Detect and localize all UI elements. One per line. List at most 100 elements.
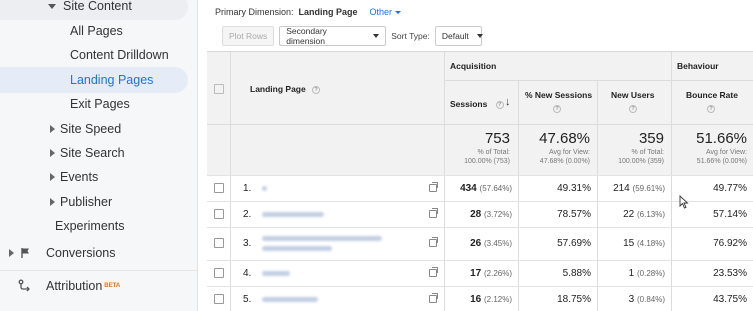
new-users-cell: 3 (0.84%)	[597, 294, 665, 305]
open-in-new-icon[interactable]	[429, 237, 438, 247]
select-all-checkbox[interactable]	[214, 84, 224, 94]
sessions-percent: (3.45%)	[483, 239, 512, 248]
table-toolbar: Plot Rows Secondary dimension Sort Type:…	[222, 25, 483, 47]
sort-descending-icon[interactable]: ↓	[505, 96, 511, 108]
sessions-value: 434	[460, 183, 477, 194]
row-checkbox[interactable]	[214, 209, 224, 219]
new-users-value: 3	[628, 294, 635, 305]
bounce-rate-column-header[interactable]: Bounce Rate	[686, 90, 738, 100]
sidebar-item-site-content[interactable]: Site Content	[0, 0, 132, 18]
primary-dimension-label: Primary Dimension:	[215, 7, 294, 17]
sort-type-label: Sort Type:	[391, 31, 430, 41]
sidebar-item-attribution[interactable]: Attribution BETA	[0, 274, 120, 298]
help-icon[interactable]: ?	[312, 85, 321, 94]
sidebar-item-content-drilldown[interactable]: Content Drilldown	[0, 43, 169, 67]
landing-page-link[interactable]	[262, 212, 324, 217]
report-panel: Primary Dimension: Landing Page Other Pl…	[207, 0, 753, 311]
help-icon[interactable]: ?	[707, 105, 715, 113]
sidebar-item-site-speed[interactable]: Site Speed	[0, 117, 121, 141]
other-dimension-link[interactable]: Other	[370, 7, 402, 17]
new-sessions-cell: 49.31%	[557, 183, 591, 194]
chevron-down-icon	[395, 11, 402, 15]
chevron-down-icon	[48, 3, 56, 9]
new-users-percent: (0.84%)	[636, 295, 665, 304]
help-icon[interactable]: ?	[495, 100, 504, 109]
sidebar-item-label: Publisher	[60, 195, 113, 209]
primary-dimension-value[interactable]: Landing Page	[299, 7, 358, 17]
column-header-label: New Users	[611, 90, 655, 100]
landing-page-link[interactable]	[262, 236, 382, 241]
sidebar-item-label: Content Drilldown	[70, 48, 169, 62]
sessions-value: 28	[470, 209, 482, 220]
new-users-cell: 15 (4.18%)	[597, 238, 665, 249]
sidebar-item-label: Events	[60, 170, 99, 184]
behaviour-group-header: Behaviour	[677, 61, 719, 71]
new-users-percent: (59.61%)	[632, 184, 665, 193]
bounce-rate-cell: 57.14%	[713, 209, 747, 220]
sidebar-item-site-search[interactable]: Site Search	[0, 141, 125, 165]
row-checkbox[interactable]	[214, 238, 224, 248]
sidebar-item-conversions[interactable]: Conversions	[0, 241, 115, 265]
total-new-users: 359	[638, 130, 664, 147]
sidebar-item-label: Site Search	[60, 146, 125, 160]
total-new-sessions-caption: Avg for View:	[549, 149, 590, 156]
sessions-cell: 17 (2.26%)	[444, 268, 512, 279]
bounce-rate-cell: 76.92%	[713, 238, 747, 249]
sidebar-item-experiments[interactable]: Experiments	[0, 214, 124, 238]
sidebar-item-all-pages[interactable]: All Pages	[0, 19, 123, 43]
sidebar-item-label: All Pages	[70, 24, 123, 38]
chevron-right-icon	[50, 198, 55, 206]
new-users-value: 22	[623, 209, 635, 220]
sidebar-item-exit-pages[interactable]: Exit Pages	[0, 92, 130, 116]
chevron-down-icon	[373, 34, 380, 38]
sidebar-item-label: Exit Pages	[70, 97, 130, 111]
sort-type-select[interactable]: Default	[434, 26, 483, 46]
sidebar-item-publisher[interactable]: Publisher	[0, 190, 112, 214]
sessions-percent: (3.72%)	[483, 210, 512, 219]
column-header-label: Sessions	[450, 99, 488, 109]
open-in-new-icon[interactable]	[429, 208, 438, 218]
sidebar-item-landing-pages[interactable]: Landing Pages	[0, 68, 153, 92]
landing-page-column-header[interactable]: Landing Page ?	[250, 84, 321, 94]
attribution-icon	[18, 279, 30, 292]
landing-page-link[interactable]	[262, 186, 267, 191]
open-in-new-icon[interactable]	[429, 182, 438, 192]
data-table: Acquisition Behaviour Landing Page ? Ses…	[207, 51, 753, 311]
landing-page-link[interactable]	[262, 271, 290, 276]
open-in-new-icon[interactable]	[429, 293, 438, 303]
sidebar-item-label: Landing Pages	[70, 73, 154, 87]
total-bounce-rate-detail: 51.66% (0.00%)	[696, 158, 747, 165]
secondary-dimension-select[interactable]: Secondary dimension	[279, 26, 387, 46]
sessions-cell: 26 (3.45%)	[444, 238, 512, 249]
new-users-column-header[interactable]: New Users	[611, 90, 654, 100]
new-users-cell: 214 (59.61%)	[597, 183, 665, 194]
sessions-column-header[interactable]: Sessions ?	[450, 99, 504, 109]
total-bounce-rate: 51.66%	[696, 130, 747, 147]
sidebar-item-label: Conversions	[46, 246, 116, 260]
new-sessions-column-header[interactable]: % New Sessions	[525, 90, 592, 100]
help-icon[interactable]: ?	[629, 105, 637, 113]
bounce-rate-cell: 49.77%	[713, 183, 747, 194]
header-divider	[207, 124, 753, 125]
open-in-new-icon[interactable]	[429, 267, 438, 277]
plot-rows-button[interactable]: Plot Rows	[222, 26, 275, 46]
landing-page-link[interactable]	[262, 297, 318, 302]
new-users-cell: 22 (6.13%)	[597, 209, 665, 220]
column-header-label: % New Sessions	[525, 90, 593, 100]
other-dimension-label: Other	[369, 7, 393, 17]
sidebar-item-events[interactable]: Events	[0, 165, 98, 189]
row-checkbox[interactable]	[214, 294, 224, 304]
sessions-cell: 28 (3.72%)	[444, 209, 512, 220]
sessions-value: 26	[470, 238, 482, 249]
row-checkbox[interactable]	[214, 268, 224, 278]
row-index: 5.	[243, 294, 252, 305]
bounce-rate-cell: 23.53%	[713, 268, 747, 279]
help-icon[interactable]: ?	[553, 105, 561, 113]
sessions-percent: (57.64%)	[479, 184, 512, 193]
new-sessions-cell: 18.75%	[557, 294, 591, 305]
table-row: 5. 16 (2.12%) 18.75% 3 (0.84%) 43.75%	[207, 286, 753, 311]
landing-page-link-line2[interactable]	[262, 246, 332, 251]
row-checkbox[interactable]	[214, 183, 224, 193]
sidebar-item-label: Site Content	[63, 0, 132, 13]
total-new-users-detail: 100.00% (359)	[618, 158, 664, 165]
